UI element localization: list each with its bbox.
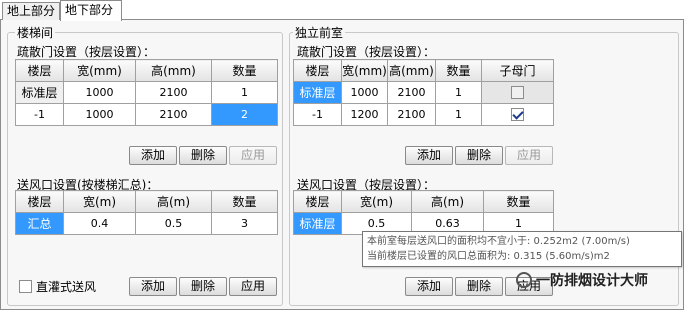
cell-floor-selected[interactable]: 汇总 (15, 212, 64, 235)
direct-fan-label: 直灌式送风 (36, 280, 97, 294)
col-header-count: 数量 (435, 59, 482, 82)
col-header-floor: 楼层 (15, 190, 64, 213)
cell-count[interactable]: 1 (435, 103, 482, 126)
watermark-text: 一防排烟设计大师 (536, 273, 648, 289)
antechamber-vent-delete-button[interactable]: 删除 (455, 277, 503, 296)
cell-count-selected[interactable]: 2 (211, 103, 278, 126)
cell-height[interactable]: 2100 (387, 103, 436, 126)
cell-width[interactable]: 1000 (63, 81, 136, 104)
table-row[interactable]: 汇总 0.4 0.5 3 (15, 212, 278, 235)
antechamber-door-title: 疏散门设置（按层设置）： (297, 45, 436, 59)
cell-floor[interactable]: -1 (15, 103, 64, 126)
wechat-icon (516, 272, 532, 288)
col-header-floor: 楼层 (293, 190, 342, 213)
antechamber-vent-table[interactable]: 楼层 宽(m) 高(m) 数量 标准层 0.5 0.63 1 (293, 190, 554, 235)
col-header-height: 高(m) (411, 190, 484, 213)
stair-door-add-button[interactable]: 添加 (129, 146, 177, 165)
cell-floor[interactable]: -1 (293, 103, 342, 126)
col-header-width: 宽(mm) (341, 59, 388, 82)
stair-vent-delete-button[interactable]: 删除 (179, 277, 227, 296)
antechamber-door-delete-button[interactable]: 删除 (455, 146, 503, 165)
stair-door-apply-button[interactable]: 应用 (229, 146, 277, 165)
direct-fan-checkbox[interactable]: 直灌式送风 (19, 278, 96, 295)
stair-vent-add-button[interactable]: 添加 (129, 277, 177, 296)
tab-bar: 地上部分 地下部分 (0, 0, 684, 21)
table-row[interactable]: 标准层 1000 2100 1 (293, 81, 554, 104)
cell-double-door[interactable] (481, 103, 554, 126)
antechamber-door-add-button[interactable]: 添加 (405, 146, 453, 165)
col-header-double-door: 子母门 (481, 59, 554, 82)
cell-height[interactable]: 2100 (387, 81, 436, 104)
stair-door-table[interactable]: 楼层 宽(mm) 高(mm) 数量 标准层 1000 2100 1 -1 100… (15, 59, 278, 126)
cell-width[interactable]: 1000 (341, 81, 388, 104)
checkbox-box[interactable] (19, 280, 32, 293)
antechamber-vent-add-button[interactable]: 添加 (405, 277, 453, 296)
col-header-count: 数量 (211, 190, 278, 213)
cell-height[interactable]: 2100 (135, 103, 212, 126)
cell-count[interactable]: 1 (435, 81, 482, 104)
cell-count[interactable]: 3 (211, 212, 278, 235)
table-row[interactable]: 标准层 1000 2100 1 (15, 81, 278, 104)
cell-width[interactable]: 1000 (63, 103, 136, 126)
cell-width[interactable]: 1200 (341, 103, 388, 126)
tab-above-ground[interactable]: 地上部分 (2, 2, 60, 20)
watermark: 一防排烟设计大师 (516, 270, 648, 290)
col-header-floor: 楼层 (15, 59, 64, 82)
cell-count[interactable]: 1 (211, 81, 278, 104)
col-header-height: 高(m) (135, 190, 212, 213)
stair-group-title: 楼梯间 (15, 24, 56, 41)
tooltip-line-1: 本前室每层送风口的面积均不宜小于: 0.252m2 (7.00m/s) (367, 236, 630, 247)
double-door-checkbox-checked[interactable] (511, 108, 524, 122)
col-header-height: 高(mm) (387, 59, 436, 82)
stair-vent-table[interactable]: 楼层 宽(m) 高(m) 数量 汇总 0.4 0.5 3 (15, 190, 278, 235)
stair-vent-apply-button[interactable]: 应用 (229, 277, 277, 296)
cell-double-door[interactable] (481, 81, 554, 104)
stair-door-delete-button[interactable]: 删除 (179, 146, 227, 165)
vent-area-tooltip: 本前室每层送风口的面积均不宜小于: 0.252m2 (7.00m/s) 当前楼层… (362, 231, 682, 267)
col-header-count: 数量 (211, 59, 278, 82)
antechamber-door-table[interactable]: 楼层 宽(mm) 高(mm) 数量 子母门 标准层 1000 2100 1 -1… (293, 59, 554, 126)
antechamber-group-title: 独立前室 (293, 24, 346, 41)
col-header-width: 宽(m) (341, 190, 412, 213)
stair-door-title: 疏散门设置（按层设置）： (17, 45, 156, 59)
double-door-checkbox[interactable] (511, 86, 524, 100)
table-row[interactable]: -1 1200 2100 1 (293, 103, 554, 126)
cell-floor-selected[interactable]: 标准层 (293, 212, 342, 235)
col-header-floor: 楼层 (293, 59, 342, 82)
col-header-width: 宽(m) (63, 190, 136, 213)
col-header-width: 宽(mm) (63, 59, 136, 82)
tooltip-line-2: 当前楼层已设置的风口总面积为: 0.315 (5.60m/s)m2 (367, 251, 610, 262)
col-header-count: 数量 (483, 190, 554, 213)
table-row[interactable]: -1 1000 2100 2 (15, 103, 278, 126)
cell-height[interactable]: 2100 (135, 81, 212, 104)
col-header-height: 高(mm) (135, 59, 212, 82)
cell-height[interactable]: 0.5 (135, 212, 212, 235)
antechamber-door-apply-button[interactable]: 应用 (505, 146, 553, 165)
tab-underground[interactable]: 地下部分 (60, 0, 122, 21)
cell-floor-selected[interactable]: 标准层 (293, 81, 342, 104)
cell-floor[interactable]: 标准层 (15, 81, 64, 104)
cell-width[interactable]: 0.4 (63, 212, 136, 235)
